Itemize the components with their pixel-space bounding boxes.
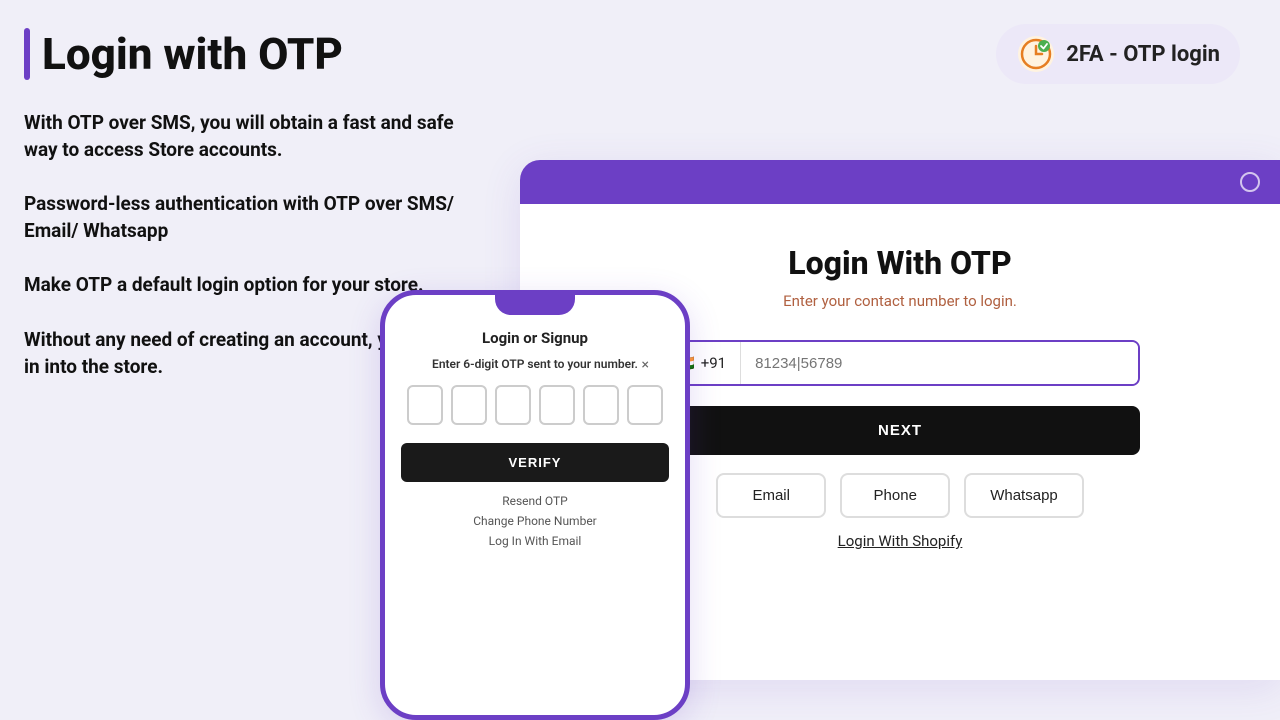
close-icon[interactable]: × xyxy=(642,357,649,373)
phone-dialog: Login or Signup × Enter 6-digit OTP sent… xyxy=(385,315,685,568)
browser-topbar xyxy=(520,160,1280,204)
accent-bar xyxy=(24,28,30,80)
phone-otp-subtitle: Enter 6-digit OTP sent to your number. xyxy=(401,357,669,371)
app-badge-title: 2FA - OTP login xyxy=(1066,42,1220,67)
whatsapp-channel-button[interactable]: Whatsapp xyxy=(964,473,1084,518)
otp-box-2[interactable] xyxy=(451,385,487,425)
phone-number-input[interactable] xyxy=(741,342,1138,384)
otp-box-4[interactable] xyxy=(539,385,575,425)
shopify-login-link[interactable]: Login With Shopify xyxy=(838,532,963,550)
header: Login with OTP 2FA - OTP login xyxy=(0,0,1280,84)
title-container: Login with OTP xyxy=(24,28,343,80)
page-title: Login with OTP xyxy=(42,28,343,80)
feature-text-2: Password-less authentication with OTP ov… xyxy=(24,191,484,244)
phone-mockup: Login or Signup × Enter 6-digit OTP sent… xyxy=(380,290,690,720)
browser-login-title: Login With OTP xyxy=(788,244,1011,282)
phone-input-row[interactable]: 🇮🇳 +91 xyxy=(660,340,1140,386)
otp-input-boxes[interactable] xyxy=(401,385,669,425)
email-channel-button[interactable]: Email xyxy=(716,473,826,518)
next-button[interactable]: NEXT xyxy=(660,406,1140,455)
login-email-link[interactable]: Log In With Email xyxy=(401,534,669,548)
otp-box-3[interactable] xyxy=(495,385,531,425)
phone-notch xyxy=(495,295,575,315)
browser-subtitle: Enter your contact number to login. xyxy=(783,292,1017,310)
change-phone-link[interactable]: Change Phone Number xyxy=(401,514,669,528)
phone-links: Resend OTP Change Phone Number Log In Wi… xyxy=(401,494,669,548)
phone-channel-button[interactable]: Phone xyxy=(840,473,950,518)
feature-text-1: With OTP over SMS, you will obtain a fas… xyxy=(24,110,484,163)
otp-box-1[interactable] xyxy=(407,385,443,425)
otp-icon xyxy=(1016,34,1056,74)
browser-camera-circle xyxy=(1240,172,1260,192)
otp-box-5[interactable] xyxy=(583,385,619,425)
verify-button[interactable]: VERIFY xyxy=(401,443,669,482)
app-badge: 2FA - OTP login xyxy=(996,24,1240,84)
otp-box-6[interactable] xyxy=(627,385,663,425)
resend-otp-link[interactable]: Resend OTP xyxy=(401,494,669,508)
phone-dialog-title: Login or Signup xyxy=(401,329,669,347)
channel-buttons: Email Phone Whatsapp xyxy=(716,473,1084,518)
country-code: +91 xyxy=(701,354,726,372)
